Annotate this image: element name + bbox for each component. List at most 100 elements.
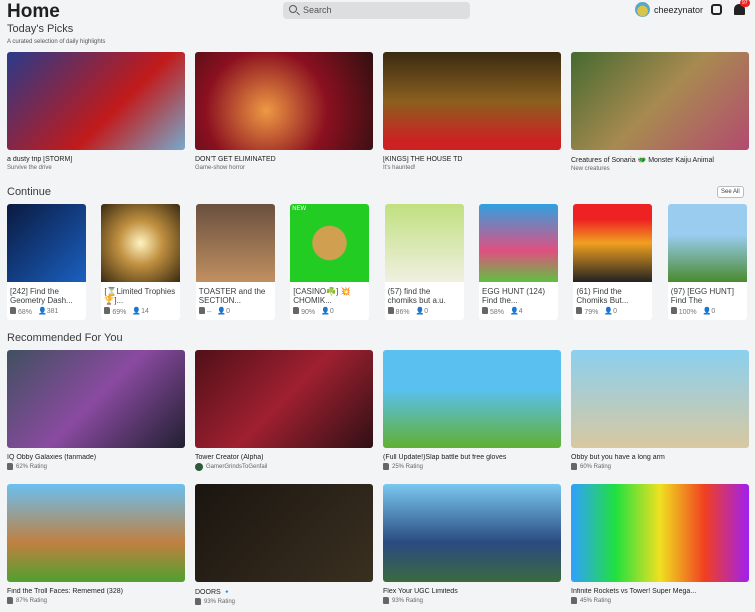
continue-card[interactable]: (97) [EGG HUNT] Find The 100% 👤0 xyxy=(667,204,747,320)
section-subtitle: A curated selection of daily highlights xyxy=(7,39,106,45)
game-thumbnail[interactable] xyxy=(383,52,561,150)
thumbs-up-icon xyxy=(670,307,677,314)
game-rating: -- xyxy=(206,309,212,316)
game-thumbnail[interactable]: NEW xyxy=(290,204,370,282)
game-thumbnail[interactable] xyxy=(383,350,561,448)
player-count: 0 xyxy=(226,308,231,315)
search-input[interactable]: Search xyxy=(283,2,470,19)
thumbs-up-icon xyxy=(293,307,300,314)
continue-card[interactable]: [242] Find the Geometry Dash... 68% 👤381 xyxy=(7,204,86,320)
game-subtitle: New creatures xyxy=(571,166,610,172)
game-title: (97) [EGG HUNT] Find The xyxy=(670,287,734,305)
see-all-button[interactable]: See All xyxy=(717,186,744,198)
game-thumbnail[interactable] xyxy=(573,204,653,282)
player-count: 0 xyxy=(424,308,429,315)
game-thumbnail[interactable] xyxy=(195,350,373,448)
game-title: Obby but you have a long arm xyxy=(571,454,665,461)
continue-card[interactable]: [⏳Limited Trophies🏆]... 69% 👤14 xyxy=(101,204,181,320)
game-thumbnail[interactable] xyxy=(7,350,185,448)
game-card[interactable]: Find the Troll Faces: Rememed (328) 87% R… xyxy=(7,484,185,604)
continue-card[interactable]: EGG HUNT (124) Find the... 58% 👤4 xyxy=(479,204,558,320)
game-thumbnail[interactable] xyxy=(7,52,185,150)
game-thumbnail[interactable] xyxy=(571,52,749,150)
bell-icon[interactable]: 97 xyxy=(734,0,750,15)
player-count: 4 xyxy=(518,308,523,315)
game-thumbnail[interactable] xyxy=(571,350,749,448)
page-title: Home xyxy=(7,1,60,22)
game-card[interactable]: [KINGS] THE HOUSE TD It's haunted! xyxy=(383,52,561,171)
game-title: EGG HUNT (124) Find the... xyxy=(482,287,545,305)
game-title: Tower Creator (Alpha) xyxy=(195,454,264,461)
game-card[interactable]: (Full Update!)Slap battle but free glove… xyxy=(383,350,561,470)
search-placeholder: Search xyxy=(303,5,332,15)
creator-name[interactable]: GamerGrindsToGenfail xyxy=(206,464,267,470)
game-thumbnail[interactable] xyxy=(195,484,373,582)
continue-card[interactable]: (57) find the chomiks but a.u. 86% 👤0 xyxy=(384,204,464,320)
game-thumbnail[interactable] xyxy=(384,204,464,282)
section-title-continue[interactable]: Continue xyxy=(7,186,51,198)
game-rating: 25% Rating xyxy=(392,463,424,470)
players-icon: 👤 xyxy=(509,308,519,315)
game-rating: 100% xyxy=(678,309,697,316)
game-card[interactable]: DOORS 🔹 93% Rating xyxy=(195,484,373,605)
players-icon: 👤 xyxy=(604,308,614,315)
game-card[interactable]: IQ Obby Galaxies (fanmade) 62% Rating xyxy=(7,350,185,470)
game-thumbnail[interactable] xyxy=(7,484,185,582)
game-rating: 58% xyxy=(489,309,504,316)
game-thumbnail[interactable] xyxy=(195,204,275,282)
game-title: TOASTER and the SECTION... xyxy=(198,287,266,305)
game-card[interactable]: Obby but you have a long arm 60% Rating xyxy=(571,350,749,470)
game-rating: 86% xyxy=(395,309,410,316)
thumbs-up-icon xyxy=(383,463,389,470)
game-card[interactable]: DON'T GET ELIMINATED Game-show horror xyxy=(195,52,373,171)
section-title-todays-picks: Today's Picks xyxy=(7,23,74,35)
game-title: Infinite Rockets vs Tower! Super Mega... xyxy=(571,588,697,595)
thumbs-up-icon xyxy=(571,463,577,470)
section-title-recommended[interactable]: Recommended For You xyxy=(7,332,123,344)
thumbs-up-icon xyxy=(10,307,16,314)
game-title: DOORS 🔹 xyxy=(195,589,232,596)
game-title: a dusty trip [STORM] xyxy=(7,156,73,163)
game-thumbnail[interactable] xyxy=(7,204,86,282)
game-thumbnail[interactable] xyxy=(195,52,373,150)
game-thumbnail[interactable] xyxy=(101,204,181,282)
game-card[interactable]: Infinite Rockets vs Tower! Super Mega...… xyxy=(571,484,749,604)
game-title: [KINGS] THE HOUSE TD xyxy=(383,156,463,163)
players-icon: 👤 xyxy=(132,308,142,315)
username[interactable]: cheezynator xyxy=(654,5,703,15)
game-title: Flex Your UGC Limiteds xyxy=(383,588,458,595)
game-thumbnail[interactable] xyxy=(571,484,749,582)
avatar[interactable] xyxy=(635,2,650,17)
game-thumbnail[interactable] xyxy=(383,484,561,582)
game-title: [CASINO☘️] 💥 CHOMIK... xyxy=(293,287,351,305)
continue-card[interactable]: TOASTER and the SECTION... -- 👤0 xyxy=(195,204,275,320)
game-card[interactable]: Flex Your UGC Limiteds 93% Rating xyxy=(383,484,561,604)
new-badge: NEW xyxy=(292,206,307,212)
game-rating: 93% Rating xyxy=(204,598,236,605)
game-title: Creatures of Sonaria 🐲 Monster Kaiju Ani… xyxy=(571,157,714,164)
game-title: DON'T GET ELIMINATED xyxy=(195,156,276,163)
continue-card[interactable]: NEW [CASINO☘️] 💥 CHOMIK... 90% 👤0 xyxy=(290,204,370,320)
player-count: 0 xyxy=(711,308,716,315)
game-title: IQ Obby Galaxies (fanmade) xyxy=(7,454,97,461)
game-subtitle: Survive the drive xyxy=(7,165,52,171)
game-thumbnail[interactable] xyxy=(667,204,747,282)
thumbs-up-icon xyxy=(383,597,389,604)
game-card[interactable]: a dusty trip [STORM] Survive the drive xyxy=(7,52,185,171)
game-title: (61) Find the Chomiks But... xyxy=(576,287,629,305)
game-thumbnail[interactable] xyxy=(479,204,558,282)
game-rating: 87% Rating xyxy=(16,597,48,604)
game-card[interactable]: Creatures of Sonaria 🐲 Monster Kaiju Ani… xyxy=(571,52,749,172)
game-subtitle: Game-show horror xyxy=(195,165,246,171)
notification-badge: 97 xyxy=(740,0,750,7)
robux-icon[interactable] xyxy=(711,4,723,15)
player-count: 0 xyxy=(613,308,617,315)
game-rating: 68% xyxy=(17,309,32,316)
game-rating: 45% Rating xyxy=(580,597,612,604)
thumbs-up-icon xyxy=(104,307,111,314)
game-card[interactable]: Tower Creator (Alpha) GamerGrindsToGenfai… xyxy=(195,350,373,471)
thumbs-up-icon xyxy=(576,307,583,314)
game-rating: 69% xyxy=(112,309,127,316)
continue-card[interactable]: (61) Find the Chomiks But... 79% 👤0 xyxy=(573,204,653,320)
game-rating: 93% Rating xyxy=(392,597,424,604)
